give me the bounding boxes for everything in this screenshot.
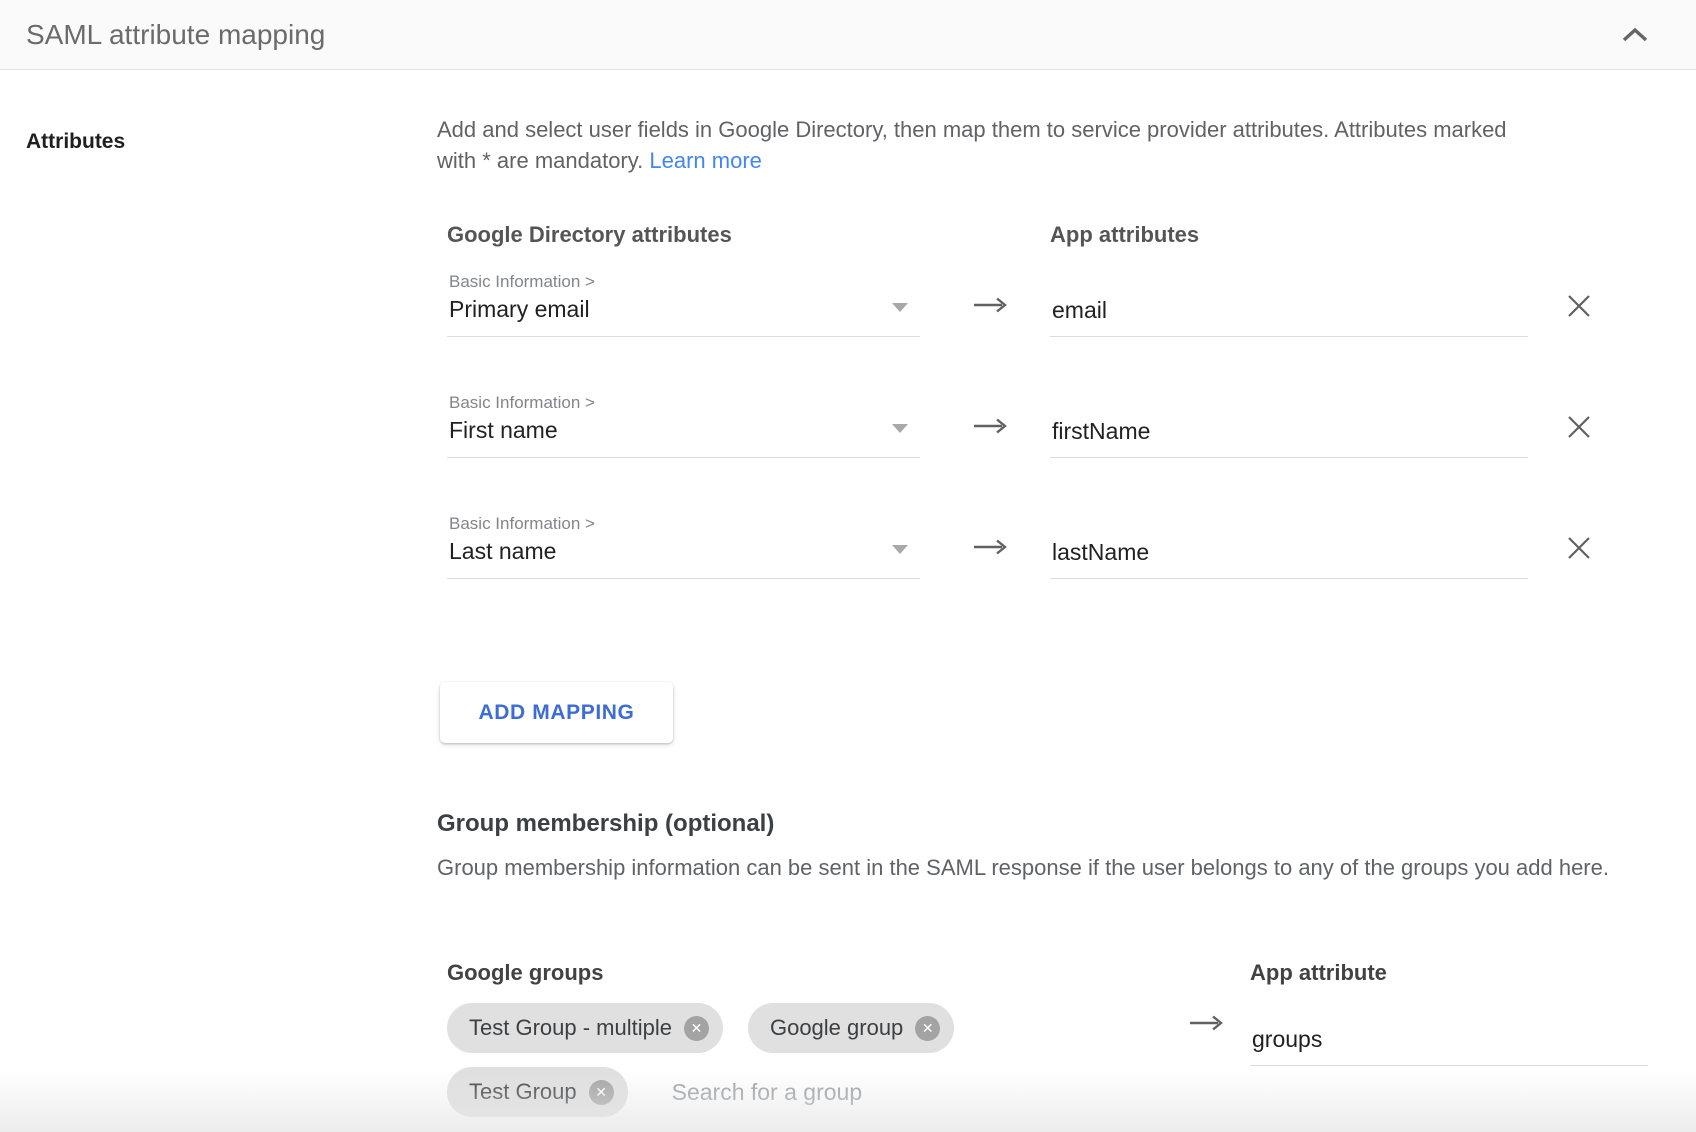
mapping-arrow-icon [972,296,1008,319]
select-value: First name [449,417,558,444]
chip-label: Test Group - multiple [469,1015,672,1041]
remove-circle-icon: ✕ [922,1021,934,1035]
group-chip: Google group ✕ [748,1003,954,1053]
chip-label: Test Group [469,1079,577,1105]
select-category-label: Basic Information > [449,272,595,292]
group-search-input[interactable] [670,1078,1094,1107]
remove-mapping-button[interactable] [1563,411,1595,443]
select-category-label: Basic Information > [449,514,595,534]
remove-mapping-button[interactable] [1563,290,1595,322]
directory-attributes-column-header: Google Directory attributes [447,222,732,248]
groups-app-attribute-input[interactable] [1250,1022,1648,1066]
attributes-description: Add and select user fields in Google Dir… [437,114,1517,176]
mapping-arrow-icon [972,417,1008,440]
mapping-row: Basic Information > Primary email [447,270,1607,348]
chip-label: Google group [770,1015,903,1041]
group-mapping-arrow-icon [1188,1014,1224,1037]
group-membership-description: Group membership information can be sent… [437,851,1617,885]
group-chip: Test Group ✕ [447,1067,628,1117]
learn-more-link[interactable]: Learn more [649,148,762,173]
remove-circle-icon: ✕ [595,1085,607,1099]
directory-attribute-select[interactable]: Basic Information > First name [447,391,920,458]
app-attribute-input[interactable] [1050,414,1528,458]
close-icon [1565,413,1593,441]
directory-attribute-select[interactable]: Basic Information > Last name [447,512,920,579]
mapping-arrow-icon [972,538,1008,561]
google-groups-chip-row: Test Group - multiple ✕ Google group ✕ [447,1003,954,1053]
attributes-section-label: Attributes [26,130,125,154]
chip-remove-button[interactable]: ✕ [684,1016,709,1041]
remove-mapping-button[interactable] [1563,532,1595,564]
group-chip: Test Group - multiple ✕ [447,1003,723,1053]
google-groups-label: Google groups [447,960,603,986]
select-category-label: Basic Information > [449,393,595,413]
chip-remove-button[interactable]: ✕ [589,1080,614,1105]
saml-attribute-mapping-panel: SAML attribute mapping Attributes Add an… [0,0,1696,1132]
directory-attribute-select[interactable]: Basic Information > Primary email [447,270,920,337]
group-membership-heading: Group membership (optional) [437,810,774,838]
app-attribute-input[interactable] [1050,535,1528,579]
google-groups-chip-row: Test Group ✕ [447,1067,1094,1117]
app-attribute-input[interactable] [1050,293,1528,337]
select-value: Primary email [449,296,590,323]
app-attributes-column-header: App attributes [1050,222,1199,248]
add-mapping-button[interactable]: ADD MAPPING [440,682,673,743]
dropdown-arrow-icon [892,303,908,312]
close-icon [1565,292,1593,320]
dropdown-arrow-icon [892,424,908,433]
close-icon [1565,534,1593,562]
chevron-up-icon [1620,26,1650,44]
select-value: Last name [449,538,556,565]
mapping-row: Basic Information > First name [447,391,1607,469]
remove-circle-icon: ✕ [691,1021,703,1035]
mapping-row: Basic Information > Last name [447,512,1607,590]
app-attribute-label: App attribute [1250,960,1387,986]
collapse-section-button[interactable] [1616,22,1654,48]
dropdown-arrow-icon [892,545,908,554]
attributes-description-text: Add and select user fields in Google Dir… [437,117,1507,173]
panel-title: SAML attribute mapping [26,19,325,51]
chip-remove-button[interactable]: ✕ [915,1016,940,1041]
panel-header: SAML attribute mapping [0,0,1696,70]
